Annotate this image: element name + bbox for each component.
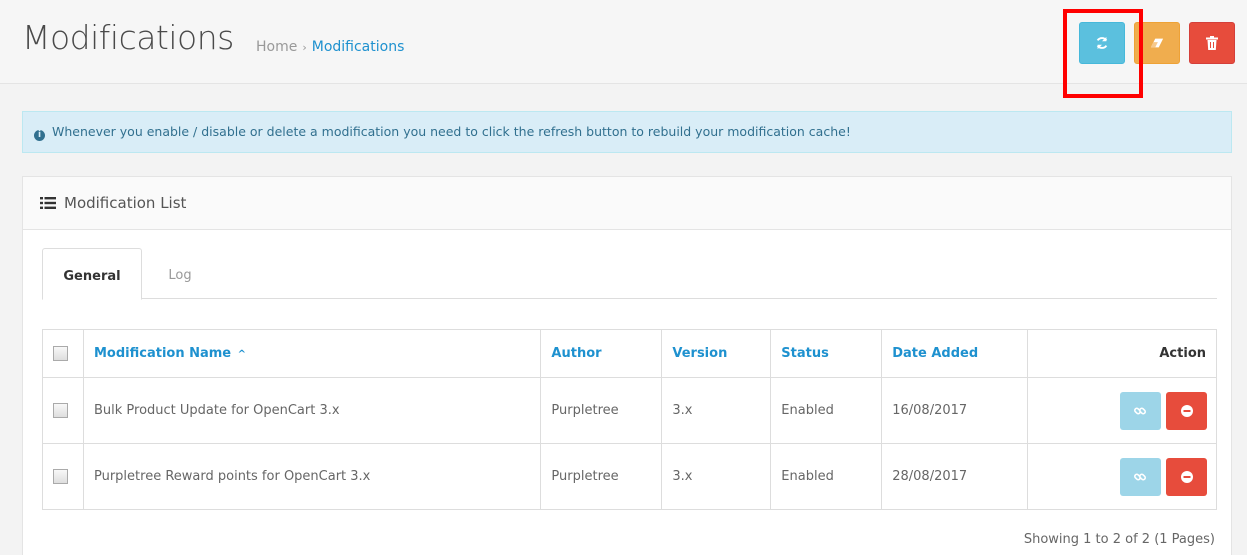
info-circle-icon: i: [34, 130, 45, 141]
disable-button[interactable]: [1166, 391, 1207, 430]
minus-circle-icon: [1180, 470, 1193, 483]
column-date-added[interactable]: Date Added: [881, 329, 1029, 378]
column-status[interactable]: Status: [770, 329, 883, 378]
link-icon: [1134, 472, 1147, 481]
panel-heading: Modification List: [23, 177, 1231, 230]
cell-version: 3.x: [661, 443, 772, 510]
row-checkbox[interactable]: [53, 469, 68, 484]
cell-date-added: 16/08/2017: [881, 377, 1029, 444]
cell-name: Bulk Product Update for OpenCart 3.x: [82, 377, 542, 444]
column-modification-name[interactable]: Modification Name ^: [82, 329, 542, 378]
link-icon: [1134, 406, 1147, 415]
eraser-icon: [1150, 38, 1164, 48]
delete-button[interactable]: [1189, 22, 1235, 64]
breadcrumb-modifications[interactable]: Modifications: [312, 39, 405, 55]
table-header-row: Modification Name ^ Author Version Statu…: [42, 329, 1217, 378]
link-button[interactable]: [1119, 457, 1161, 496]
breadcrumb-home[interactable]: Home: [256, 39, 297, 55]
table-row: Bulk Product Update for OpenCart 3.x Pur…: [42, 377, 1217, 444]
pagination-results-text: Showing 1 to 2 of 2 (1 Pages): [1023, 532, 1215, 547]
cell-action: [1027, 443, 1217, 510]
cell-version: 3.x: [661, 377, 772, 444]
column-author[interactable]: Author: [540, 329, 663, 378]
page-header: Modifications Home › Modifications: [0, 0, 1247, 84]
disable-button[interactable]: [1166, 457, 1207, 496]
breadcrumb-separator: ›: [302, 41, 307, 54]
row-checkbox[interactable]: [53, 403, 68, 418]
panel-title: Modification List: [64, 194, 187, 212]
cell-action: [1027, 377, 1217, 444]
cell-name: Purpletree Reward points for OpenCart 3.…: [82, 443, 542, 510]
tab-log[interactable]: Log: [146, 248, 214, 299]
column-version[interactable]: Version: [661, 329, 772, 378]
alert-text: Whenever you enable / disable or delete …: [51, 124, 851, 139]
column-action: Action: [1027, 329, 1217, 378]
select-all-cell: [42, 329, 84, 378]
page-title: Modifications: [22, 18, 234, 57]
table-row: Purpletree Reward points for OpenCart 3.…: [42, 443, 1217, 510]
cell-status: Enabled: [770, 377, 883, 444]
breadcrumb: Home › Modifications: [256, 39, 404, 55]
sort-ascending-icon: ^: [237, 349, 247, 360]
minus-circle-icon: [1180, 404, 1193, 417]
cell-author: Purpletree: [540, 443, 663, 510]
modification-table: Modification Name ^ Author Version Statu…: [42, 329, 1217, 510]
info-alert: i Whenever you enable / disable or delet…: [22, 111, 1232, 153]
link-button[interactable]: [1119, 391, 1161, 430]
modification-list-panel: Modification List General Log Modificati…: [22, 176, 1232, 555]
trash-icon: [1206, 36, 1218, 50]
cell-author: Purpletree: [540, 377, 663, 444]
select-all-checkbox[interactable]: [53, 346, 68, 361]
tab-general[interactable]: General: [42, 248, 142, 300]
cell-status: Enabled: [770, 443, 883, 510]
list-icon: [40, 197, 56, 209]
refresh-highlight-annotation: [1063, 9, 1143, 98]
cell-date-added: 28/08/2017: [881, 443, 1029, 510]
tab-bar: General Log: [42, 248, 1217, 300]
